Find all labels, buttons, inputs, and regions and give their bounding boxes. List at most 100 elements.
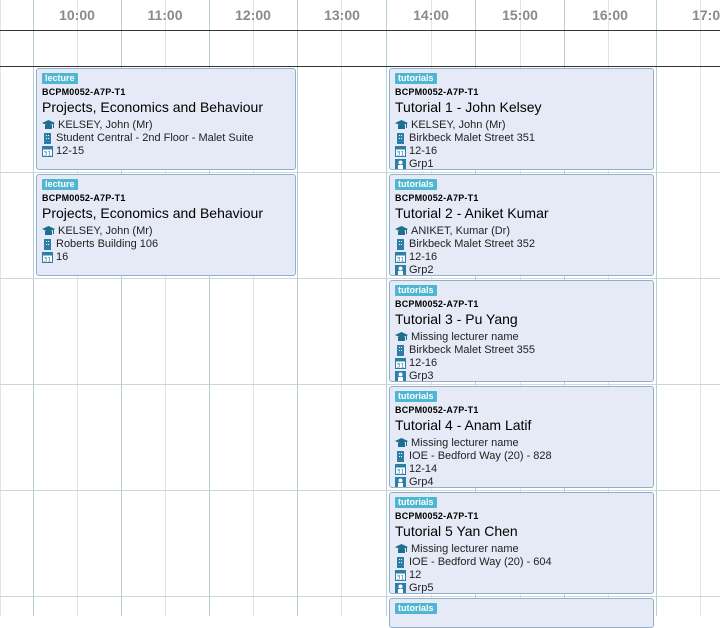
- time-label: 16:00: [592, 7, 628, 23]
- time-label: 17:00: [692, 7, 720, 23]
- location-row: Roberts Building 106: [42, 238, 158, 251]
- svg-text:31: 31: [397, 575, 405, 581]
- calendar-icon: 31: [395, 464, 406, 475]
- grid-line: [33, 0, 34, 616]
- building-icon: [44, 133, 51, 144]
- weeks-value: 12: [409, 569, 422, 581]
- group-label: Grp2: [409, 264, 434, 276]
- building-icon: [397, 239, 404, 250]
- location-row: IOE - Bedford Way (20) - 604: [395, 556, 552, 569]
- svg-text:31: 31: [44, 151, 52, 157]
- event-tutorial-1[interactable]: tutorials BCPM0052-A7P-T1 Tutorial 1 - J…: [389, 68, 654, 170]
- event-type-tag: lecture: [42, 73, 78, 84]
- weeks-row: 31 12-16: [395, 251, 437, 264]
- lecturer-name: KELSEY, John (Mr): [58, 119, 153, 131]
- row-divider: [0, 172, 720, 173]
- event-title: Projects, Economics and Behaviour: [42, 99, 263, 115]
- event-lecture-1[interactable]: lecture BCPM0052-A7P-T1 Projects, Econom…: [36, 68, 296, 170]
- group-row: Grp1: [395, 158, 434, 170]
- weeks-row: 31 12-15: [42, 145, 84, 158]
- event-type-tag: tutorials: [395, 179, 437, 190]
- weeks-value: 12-16: [409, 357, 438, 369]
- location-name: Birkbeck Malet Street 351: [409, 132, 535, 144]
- location-row: IOE - Bedford Way (20) - 828: [395, 450, 552, 463]
- row-divider: [0, 278, 720, 279]
- svg-text:31: 31: [44, 257, 52, 263]
- weeks-value: 16: [56, 251, 69, 263]
- weeks-value: 12-16: [409, 251, 438, 263]
- lecturer-name: Missing lecturer name: [411, 331, 519, 343]
- weeks-value: 12-14: [409, 463, 438, 475]
- location-name: Birkbeck Malet Street 355: [409, 344, 535, 356]
- time-label: 15:00: [502, 7, 538, 23]
- group-row: Grp5: [395, 582, 433, 593]
- group-icon: [395, 265, 406, 275]
- lecturer-cap-icon: [395, 226, 408, 235]
- weeks-row: 31 12: [395, 569, 421, 582]
- lecturer-name: Missing lecturer name: [411, 543, 519, 555]
- event-type-tag: tutorials: [395, 73, 437, 84]
- module-code: BCPM0052-A7P-T1: [395, 193, 479, 203]
- svg-text:31: 31: [397, 257, 405, 263]
- building-icon: [44, 239, 51, 250]
- location-name: Roberts Building 106: [56, 238, 159, 250]
- grid-line: [0, 0, 1, 616]
- svg-text:31: 31: [397, 151, 405, 157]
- lecturer-name: KELSEY, John (Mr): [58, 225, 153, 237]
- lecturer-row: Missing lecturer name: [395, 437, 519, 450]
- event-tutorial-6[interactable]: tutorials: [389, 598, 654, 628]
- svg-text:31: 31: [397, 363, 405, 369]
- row-divider: [0, 490, 720, 491]
- group-icon: [395, 159, 406, 169]
- time-header: 10:00 11:00 12:00 13:00 14:00 15:00 16:0…: [0, 0, 720, 30]
- event-tutorial-3[interactable]: tutorials BCPM0052-A7P-T1 Tutorial 3 - P…: [389, 280, 654, 382]
- group-icon: [395, 477, 406, 487]
- lecturer-cap-icon: [395, 438, 408, 447]
- location-name: IOE - Bedford Way (20) - 828: [409, 450, 552, 462]
- lecturer-row: KELSEY, John (Mr): [42, 225, 153, 238]
- calendar-icon: 31: [395, 146, 406, 157]
- event-type-tag: tutorials: [395, 391, 437, 402]
- module-code: BCPM0052-A7P-T1: [395, 299, 479, 309]
- weeks-value: 12-16: [409, 145, 438, 157]
- event-tutorial-2[interactable]: tutorials BCPM0052-A7P-T1 Tutorial 2 - A…: [389, 174, 654, 276]
- module-code: BCPM0052-A7P-T1: [395, 405, 479, 415]
- grid-line: [386, 0, 387, 616]
- grid-line: [341, 0, 342, 616]
- event-title: Tutorial 5 Yan Chen: [395, 523, 518, 539]
- time-label: 11:00: [147, 7, 183, 23]
- group-label: Grp4: [409, 476, 434, 488]
- event-title: Tutorial 1 - John Kelsey: [395, 99, 542, 115]
- group-icon: [395, 583, 406, 593]
- lecturer-row: ANIKET, Kumar (Dr): [395, 225, 510, 238]
- building-icon: [397, 345, 404, 356]
- time-label: 10:00: [59, 7, 95, 23]
- lecturer-name: Missing lecturer name: [411, 437, 519, 449]
- building-icon: [397, 133, 404, 144]
- grid-line: [297, 0, 298, 616]
- group-label: Grp3: [409, 370, 434, 382]
- module-code: BCPM0052-A7P-T1: [42, 87, 126, 97]
- event-lecture-2[interactable]: lecture BCPM0052-A7P-T1 Projects, Econom…: [36, 174, 296, 276]
- event-title: Tutorial 4 - Anam Latif: [395, 417, 532, 433]
- calendar-icon: 31: [42, 252, 53, 263]
- weeks-row: 31 12-16: [395, 357, 437, 370]
- allday-divider: [0, 66, 720, 67]
- calendar-icon: 31: [395, 570, 406, 581]
- calendar-icon: 31: [395, 358, 406, 369]
- lecturer-row: Missing lecturer name: [395, 543, 519, 556]
- group-row: Grp4: [395, 476, 434, 488]
- row-divider: [0, 596, 720, 597]
- location-row: Birkbeck Malet Street 355: [395, 344, 535, 357]
- lecturer-cap-icon: [395, 120, 408, 129]
- module-code: BCPM0052-A7P-T1: [395, 87, 479, 97]
- lecturer-cap-icon: [42, 120, 55, 129]
- event-tutorial-4[interactable]: tutorials BCPM0052-A7P-T1 Tutorial 4 - A…: [389, 386, 654, 488]
- svg-text:31: 31: [397, 469, 405, 475]
- module-code: BCPM0052-A7P-T1: [42, 193, 126, 203]
- lecturer-row: KELSEY, John (Mr): [395, 119, 506, 132]
- lecturer-name: ANIKET, Kumar (Dr): [411, 225, 511, 237]
- location-name: IOE - Bedford Way (20) - 604: [409, 556, 552, 568]
- group-label: Grp1: [409, 158, 434, 170]
- event-tutorial-5[interactable]: tutorials BCPM0052-A7P-T1 Tutorial 5 Yan…: [389, 492, 654, 594]
